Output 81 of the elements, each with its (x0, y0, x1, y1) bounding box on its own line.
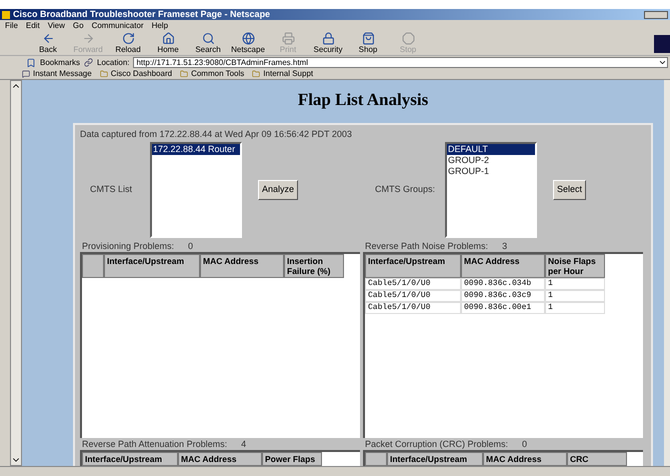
table-cell: 1 (545, 302, 605, 314)
column-header: MAC Address (200, 254, 284, 278)
action-button[interactable]: Analyze (258, 180, 298, 200)
column-header: Interface/Upstream (387, 452, 483, 466)
menu-item[interactable]: Help (152, 20, 168, 30)
list-item[interactable]: DEFAULT (447, 144, 535, 155)
list-box[interactable]: 172.22.88.44 Router (150, 142, 242, 238)
panel-title: Reverse Path Noise Problems: (365, 240, 488, 252)
column-header: MAC Address (483, 452, 567, 466)
column-header: Interface/Upstream (82, 452, 178, 466)
list-label: CMTS List (89, 183, 134, 196)
personal-link[interactable]: Cisco Dashboard (110, 69, 172, 79)
folder-icon (100, 70, 108, 78)
problem-count: 4 (241, 438, 246, 450)
table-cell: 0090.836c.00e1 (461, 302, 545, 314)
column-header: CRC (567, 452, 627, 466)
list-item[interactable]: 172.22.88.44 Router (152, 144, 240, 155)
home-icon (162, 32, 174, 45)
menu-item[interactable]: Edit (26, 20, 40, 30)
toolbar-button[interactable]: Home (148, 32, 188, 55)
column-header: MAC Address (178, 452, 262, 466)
personal-link[interactable]: Instant Message (33, 69, 92, 79)
window-title: Cisco Broadband Troubleshooter Frameset Page - Netscape (13, 9, 272, 20)
column-header: MAC Address (461, 254, 545, 278)
column-header: Interface/Upstream (365, 254, 461, 278)
link-icon (84, 58, 94, 67)
problem-count: 0 (522, 438, 528, 450)
forward-icon (82, 32, 94, 45)
table-cell: Cable5/1/0/U0 (365, 302, 461, 314)
reload-icon (122, 32, 134, 45)
location-label: Location: (97, 56, 130, 68)
capture-info: Data captured from 172.22.88.44 at Wed Apr 09 16:56:42 PDT 2003 (80, 128, 353, 140)
toolbar-button[interactable]: Security (308, 32, 348, 55)
toolbar-button[interactable]: Reload (108, 32, 148, 55)
menu-item[interactable]: Go (72, 20, 84, 30)
column-header: Power Flaps (262, 452, 322, 466)
bookmark-icon (26, 58, 36, 68)
lock-icon (322, 32, 334, 45)
panel-title: Provisioning Problems: (82, 240, 174, 252)
printer-icon (282, 32, 294, 45)
table-cell: Cable5/1/0/U0 (365, 290, 461, 302)
table-cell: Cable5/1/0/U0 (365, 278, 461, 290)
dropdown-icon[interactable] (658, 58, 667, 67)
folder-icon (252, 70, 260, 78)
list-label: CMTS Groups: (374, 183, 436, 196)
message-icon (22, 70, 30, 78)
personal-link[interactable]: Common Tools (191, 69, 244, 79)
column-header: Insertion Failure (%) (284, 254, 344, 278)
personal-link[interactable]: Internal Suppt (263, 69, 314, 79)
column-header: Interface/Upstream (104, 254, 200, 278)
toolbar-button[interactable]: Netscape (228, 32, 268, 55)
page-heading: Flap List Analysis (298, 90, 428, 110)
search-icon (202, 32, 214, 45)
table-cell: 1 (545, 278, 605, 290)
globe-icon (242, 32, 254, 45)
bookmarks-button[interactable]: Bookmarks (40, 56, 80, 68)
menu-item[interactable]: Communicator (92, 20, 144, 30)
list-box[interactable]: DEFAULT GROUP-2 GROUP-1 (445, 142, 537, 238)
bag-icon (362, 32, 374, 45)
url-field[interactable]: http://171.71.51.23:9080/CBTAdminFrames.html (133, 57, 668, 68)
table-cell: 0090.836c.034b (461, 278, 545, 290)
folder-icon (180, 70, 188, 78)
toolbar-button[interactable]: Search (188, 32, 228, 55)
list-item[interactable]: GROUP-2 (447, 155, 535, 166)
netscape-logo (654, 35, 670, 53)
toolbar-button[interactable]: Shop (348, 32, 388, 55)
column-header: Noise Flaps per Hour (545, 254, 605, 278)
app-icon (2, 10, 10, 18)
panel-title: Reverse Path Attenuation Problems: (82, 438, 228, 450)
stop-icon (402, 32, 414, 45)
list-item[interactable]: GROUP-1 (447, 166, 535, 177)
toolbar-button[interactable]: Back (28, 32, 68, 55)
action-button[interactable]: Select (553, 180, 586, 200)
problem-count: 0 (188, 240, 194, 252)
menu-item[interactable]: View (48, 20, 65, 30)
table-cell: 1 (545, 290, 605, 302)
table-cell: 0090.836c.03c9 (461, 290, 545, 302)
menu-item[interactable]: File (5, 20, 18, 30)
problem-count: 3 (502, 240, 508, 252)
panel-title: Packet Corruption (CRC) Problems: (365, 438, 508, 450)
back-icon (42, 32, 54, 45)
